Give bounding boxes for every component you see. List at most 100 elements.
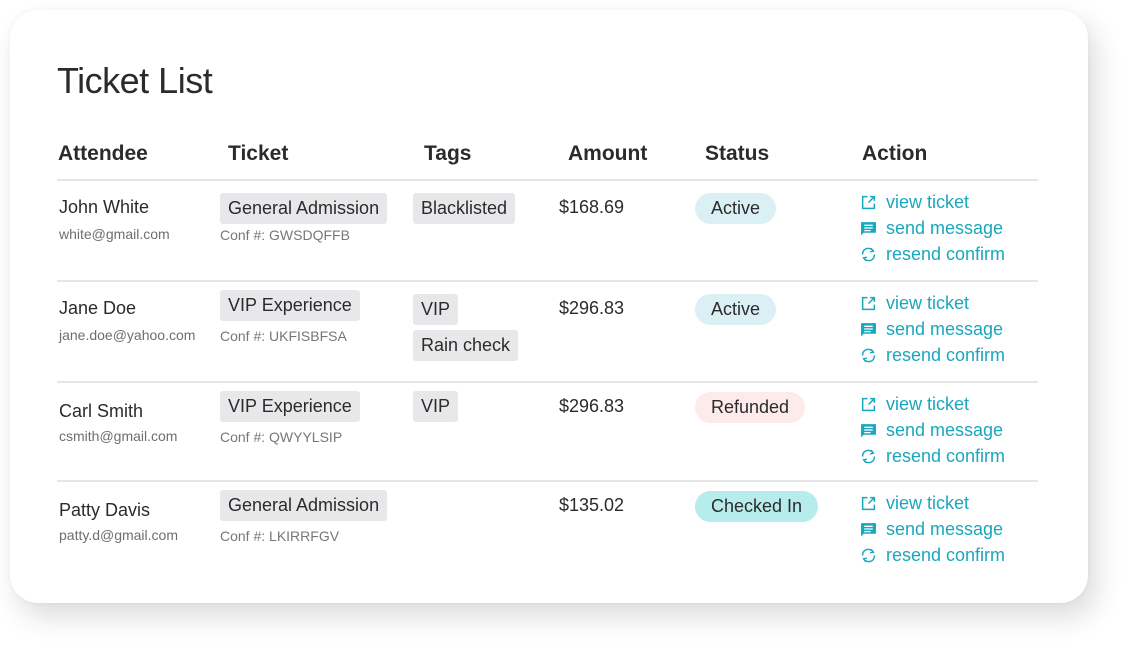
ticket-type-chip: General Admission bbox=[220, 490, 388, 521]
ticket-cell: General Admission Conf #: LKIRRFGV bbox=[220, 482, 413, 583]
resend-confirm-label: resend confirm bbox=[886, 545, 1006, 565]
attendee-name: John White bbox=[59, 197, 150, 217]
status-badge: Refunded bbox=[695, 392, 806, 423]
amount-value: $296.83 bbox=[559, 396, 625, 416]
attendee-cell: John White white@gmail.com bbox=[57, 181, 220, 280]
amount-cell: $296.83 bbox=[559, 282, 695, 381]
amount-value: $135.02 bbox=[559, 495, 625, 515]
send-message-link[interactable]: send message bbox=[860, 419, 1038, 442]
send-message-label: send message bbox=[886, 519, 1004, 539]
view-ticket-link[interactable]: view ticket bbox=[860, 292, 1038, 315]
attendee-email: white@gmail.com bbox=[59, 226, 170, 242]
amount-value: $296.83 bbox=[559, 298, 625, 318]
tags-cell: VIP Rain check bbox=[413, 282, 559, 381]
amount-cell: $296.83 bbox=[559, 383, 695, 480]
ticket-list-card: Ticket List Attendee Ticket Tags Amount … bbox=[10, 10, 1088, 603]
external-edit-icon bbox=[861, 195, 876, 210]
confirmation-number: Conf #: LKIRRFGV bbox=[220, 528, 340, 544]
table-row: Patty Davis patty.d@gmail.com General Ad… bbox=[57, 482, 1038, 583]
view-ticket-label: view ticket bbox=[886, 293, 970, 313]
send-message-link[interactable]: send message bbox=[860, 217, 1038, 240]
refresh-icon bbox=[861, 449, 876, 464]
tag-chip: Rain check bbox=[413, 330, 519, 361]
view-ticket-label: view ticket bbox=[886, 493, 970, 513]
view-ticket-link[interactable]: view ticket bbox=[860, 492, 1038, 515]
external-edit-icon bbox=[861, 397, 876, 412]
resend-confirm-link[interactable]: resend confirm bbox=[860, 445, 1038, 468]
confirmation-number: Conf #: UKFISBFSA bbox=[220, 328, 347, 344]
ticket-type-chip: VIP Experience bbox=[220, 391, 360, 422]
ticket-cell: VIP Experience Conf #: UKFISBFSA bbox=[220, 282, 413, 381]
ticket-table: Attendee Ticket Tags Amount Status Actio… bbox=[57, 140, 1038, 583]
external-edit-icon bbox=[861, 296, 876, 311]
status-cell: Active bbox=[695, 282, 852, 381]
confirmation-number: Conf #: GWSDQFFB bbox=[220, 227, 350, 243]
ticket-type-chip: VIP Experience bbox=[220, 290, 360, 321]
view-ticket-label: view ticket bbox=[886, 394, 970, 414]
refresh-icon bbox=[861, 247, 876, 262]
attendee-cell: Jane Doe jane.doe@yahoo.com bbox=[57, 282, 220, 381]
attendee-email: csmith@gmail.com bbox=[59, 428, 178, 444]
status-cell: Checked In bbox=[695, 482, 852, 583]
table-header: Attendee Ticket Tags Amount Status Actio… bbox=[57, 140, 1038, 181]
amount-cell: $168.69 bbox=[559, 181, 695, 280]
confirmation-number: Conf #: QWYYLSIP bbox=[220, 429, 343, 445]
attendee-cell: Patty Davis patty.d@gmail.com bbox=[57, 482, 220, 583]
action-cell: view ticket send message resend confirm bbox=[852, 482, 1038, 583]
column-header-attendee: Attendee bbox=[58, 142, 148, 165]
attendee-name: Jane Doe bbox=[59, 298, 137, 318]
attendee-email: jane.doe@yahoo.com bbox=[59, 327, 196, 343]
external-edit-icon bbox=[861, 496, 876, 511]
status-badge: Active bbox=[695, 294, 777, 325]
resend-confirm-link[interactable]: resend confirm bbox=[860, 544, 1038, 567]
table-row: Carl Smith csmith@gmail.com VIP Experien… bbox=[57, 383, 1038, 482]
refresh-icon bbox=[861, 348, 876, 363]
column-header-amount: Amount bbox=[568, 142, 648, 165]
view-ticket-link[interactable]: view ticket bbox=[860, 191, 1038, 214]
message-icon bbox=[861, 222, 876, 236]
ticket-cell: General Admission Conf #: GWSDQFFB bbox=[220, 181, 413, 280]
message-icon bbox=[861, 323, 876, 337]
tag-chip: VIP bbox=[413, 391, 459, 422]
column-header-tags: Tags bbox=[424, 142, 472, 165]
tags-cell: Blacklisted bbox=[413, 181, 559, 280]
resend-confirm-label: resend confirm bbox=[886, 446, 1006, 466]
send-message-link[interactable]: send message bbox=[860, 518, 1038, 541]
attendee-name: Carl Smith bbox=[59, 401, 144, 421]
message-icon bbox=[861, 424, 876, 438]
tags-cell: VIP bbox=[413, 383, 559, 480]
status-badge: Checked In bbox=[695, 491, 819, 522]
message-icon bbox=[861, 523, 876, 537]
resend-confirm-link[interactable]: resend confirm bbox=[860, 243, 1038, 266]
status-cell: Refunded bbox=[695, 383, 852, 480]
send-message-label: send message bbox=[886, 319, 1004, 339]
column-header-ticket: Ticket bbox=[228, 142, 289, 165]
attendee-name: Patty Davis bbox=[59, 500, 151, 520]
resend-confirm-label: resend confirm bbox=[886, 244, 1006, 264]
send-message-label: send message bbox=[886, 218, 1004, 238]
tags-cell bbox=[413, 482, 559, 583]
view-ticket-link[interactable]: view ticket bbox=[860, 393, 1038, 416]
resend-confirm-link[interactable]: resend confirm bbox=[860, 344, 1038, 367]
tag-chip: VIP bbox=[413, 294, 459, 325]
attendee-email: patty.d@gmail.com bbox=[59, 527, 178, 543]
action-cell: view ticket send message resend confirm bbox=[852, 181, 1038, 280]
send-message-label: send message bbox=[886, 420, 1004, 440]
view-ticket-label: view ticket bbox=[886, 192, 970, 212]
table-row: Jane Doe jane.doe@yahoo.com VIP Experien… bbox=[57, 282, 1038, 383]
send-message-link[interactable]: send message bbox=[860, 318, 1038, 341]
action-cell: view ticket send message resend confirm bbox=[852, 282, 1038, 381]
column-header-action: Action bbox=[862, 142, 928, 165]
amount-cell: $135.02 bbox=[559, 482, 695, 583]
refresh-icon bbox=[861, 548, 876, 563]
page-title: Ticket List bbox=[57, 60, 213, 101]
ticket-cell: VIP Experience Conf #: QWYYLSIP bbox=[220, 383, 413, 480]
column-header-status: Status bbox=[705, 142, 770, 165]
table-row: John White white@gmail.com General Admis… bbox=[57, 181, 1038, 282]
amount-value: $168.69 bbox=[559, 197, 625, 217]
status-cell: Active bbox=[695, 181, 852, 280]
attendee-cell: Carl Smith csmith@gmail.com bbox=[57, 383, 220, 480]
resend-confirm-label: resend confirm bbox=[886, 345, 1006, 365]
tag-chip: Blacklisted bbox=[413, 193, 516, 224]
status-badge: Active bbox=[695, 193, 777, 224]
